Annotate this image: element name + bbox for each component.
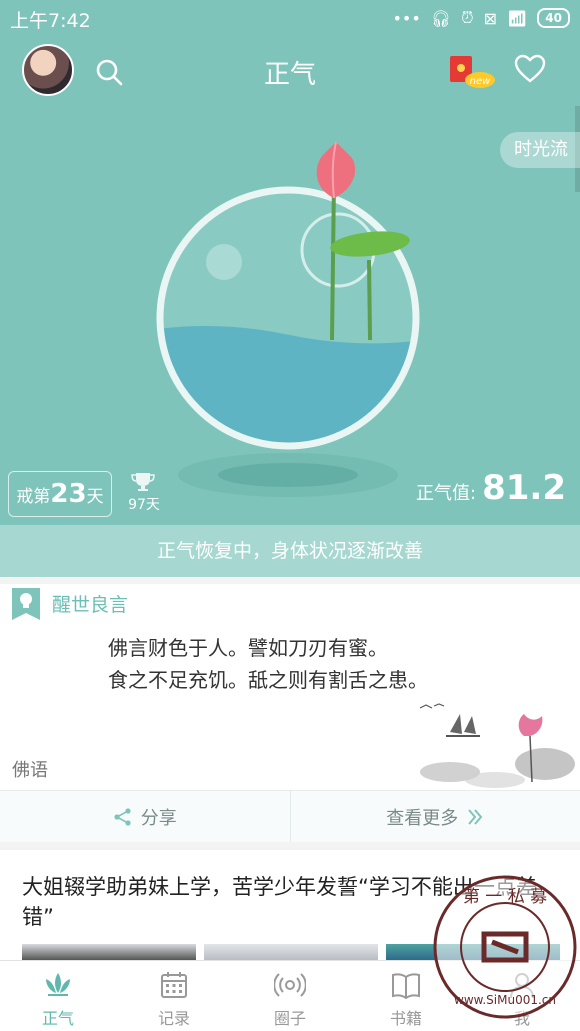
status-icons: ••• 🎧︎ ⏰︎ ⊠ 📶︎ 40 — [392, 8, 570, 28]
status-bar: 上午7:42 ••• 🎧︎ ⏰︎ ⊠ 📶︎ 40 — [0, 0, 580, 36]
view-more-button[interactable]: 查看更多 — [289, 791, 580, 842]
alarm-icon: ⏰︎ — [461, 8, 474, 27]
hero-panel: 上午7:42 ••• 🎧︎ ⏰︎ ⊠ 📶︎ 40 正气 new 时光流 戒第23… — [0, 0, 580, 525]
svg-text:www.SiMu001.cn: www.SiMu001.cn — [454, 993, 556, 1007]
nav-item-records[interactable]: 记录 — [116, 961, 232, 1031]
nav-label: 记录 — [157, 1009, 190, 1028]
view-more-label: 查看更多 — [386, 807, 459, 829]
trophy-icon — [131, 473, 155, 491]
nav-label: 书籍 — [389, 1009, 422, 1028]
watermark-stamp: 第 一 私 募 www.SiMu001.cn — [433, 875, 577, 1019]
nav-item-circle[interactable]: 圈子 — [232, 961, 348, 1031]
lightbulb-badge-icon — [12, 588, 40, 620]
zhengqi-value: 正气值: 81.2 — [416, 468, 566, 508]
zhengqi-number: 81.2 — [482, 468, 566, 508]
quote-source: 佛语 — [12, 760, 48, 781]
more-dots-icon: ••• — [392, 8, 421, 28]
quote-text[interactable]: 佛言财色于人。譬如刀刃有蜜。 食之不足充饥。舐之则有割舌之患。 — [108, 632, 428, 696]
nav-item-zhengqi[interactable]: 正气 — [0, 961, 116, 1031]
app-bar: 正气 new — [0, 38, 580, 104]
quote-card: 醒世良言 佛言财色于人。譬如刀刃有蜜。 食之不足充饥。舐之则有割舌之患。 佛语 … — [0, 584, 580, 842]
quote-heading: 醒世良言 — [52, 594, 129, 616]
share-label: 分享 — [140, 807, 177, 829]
lotus-globe-illustration[interactable] — [140, 140, 440, 500]
quote-line: 佛言财色于人。譬如刀刃有蜜。 — [108, 636, 388, 660]
zhengqi-label: 正气值: — [416, 483, 477, 504]
news-thumbnail[interactable] — [22, 944, 196, 960]
heart-icon[interactable] — [514, 54, 546, 84]
status-time: 上午7:42 — [10, 10, 91, 32]
sim-icon: ⊠ — [483, 8, 497, 28]
best-record-days: 97天 — [128, 497, 160, 513]
quote-actions: 分享 查看更多 — [0, 790, 580, 842]
battery-icon: 40 — [537, 8, 570, 28]
book-icon — [392, 973, 420, 1000]
recovery-status-message: 正气恢复中，身体状况逐渐改善 — [0, 525, 580, 577]
ink-lotus-decoration — [419, 703, 575, 788]
red-packet-new-icon[interactable]: new — [448, 54, 496, 90]
share-button[interactable]: 分享 — [0, 791, 290, 842]
time-flow-button[interactable]: 时光流 — [500, 132, 580, 168]
abstinence-streak-badge[interactable]: 戒第23天 — [8, 471, 112, 517]
calendar-icon — [161, 972, 187, 998]
nav-label: 圈子 — [273, 1009, 306, 1028]
streak-days: 23 — [50, 479, 87, 509]
svg-text:第 一 私 募: 第 一 私 募 — [463, 887, 547, 907]
quote-line: 食之不足充饥。舐之则有割舌之患。 — [108, 668, 428, 692]
share-icon — [114, 807, 131, 826]
double-chevron-right-icon — [468, 808, 483, 825]
svg-text:new: new — [470, 76, 491, 87]
news-thumbnail[interactable] — [204, 944, 378, 960]
lotus-icon — [46, 973, 70, 996]
headset-icon: 🎧︎ — [430, 8, 452, 28]
wifi-icon: 📶︎ — [506, 8, 528, 28]
broadcast-icon — [274, 973, 306, 997]
nav-label: 正气 — [41, 1009, 74, 1028]
